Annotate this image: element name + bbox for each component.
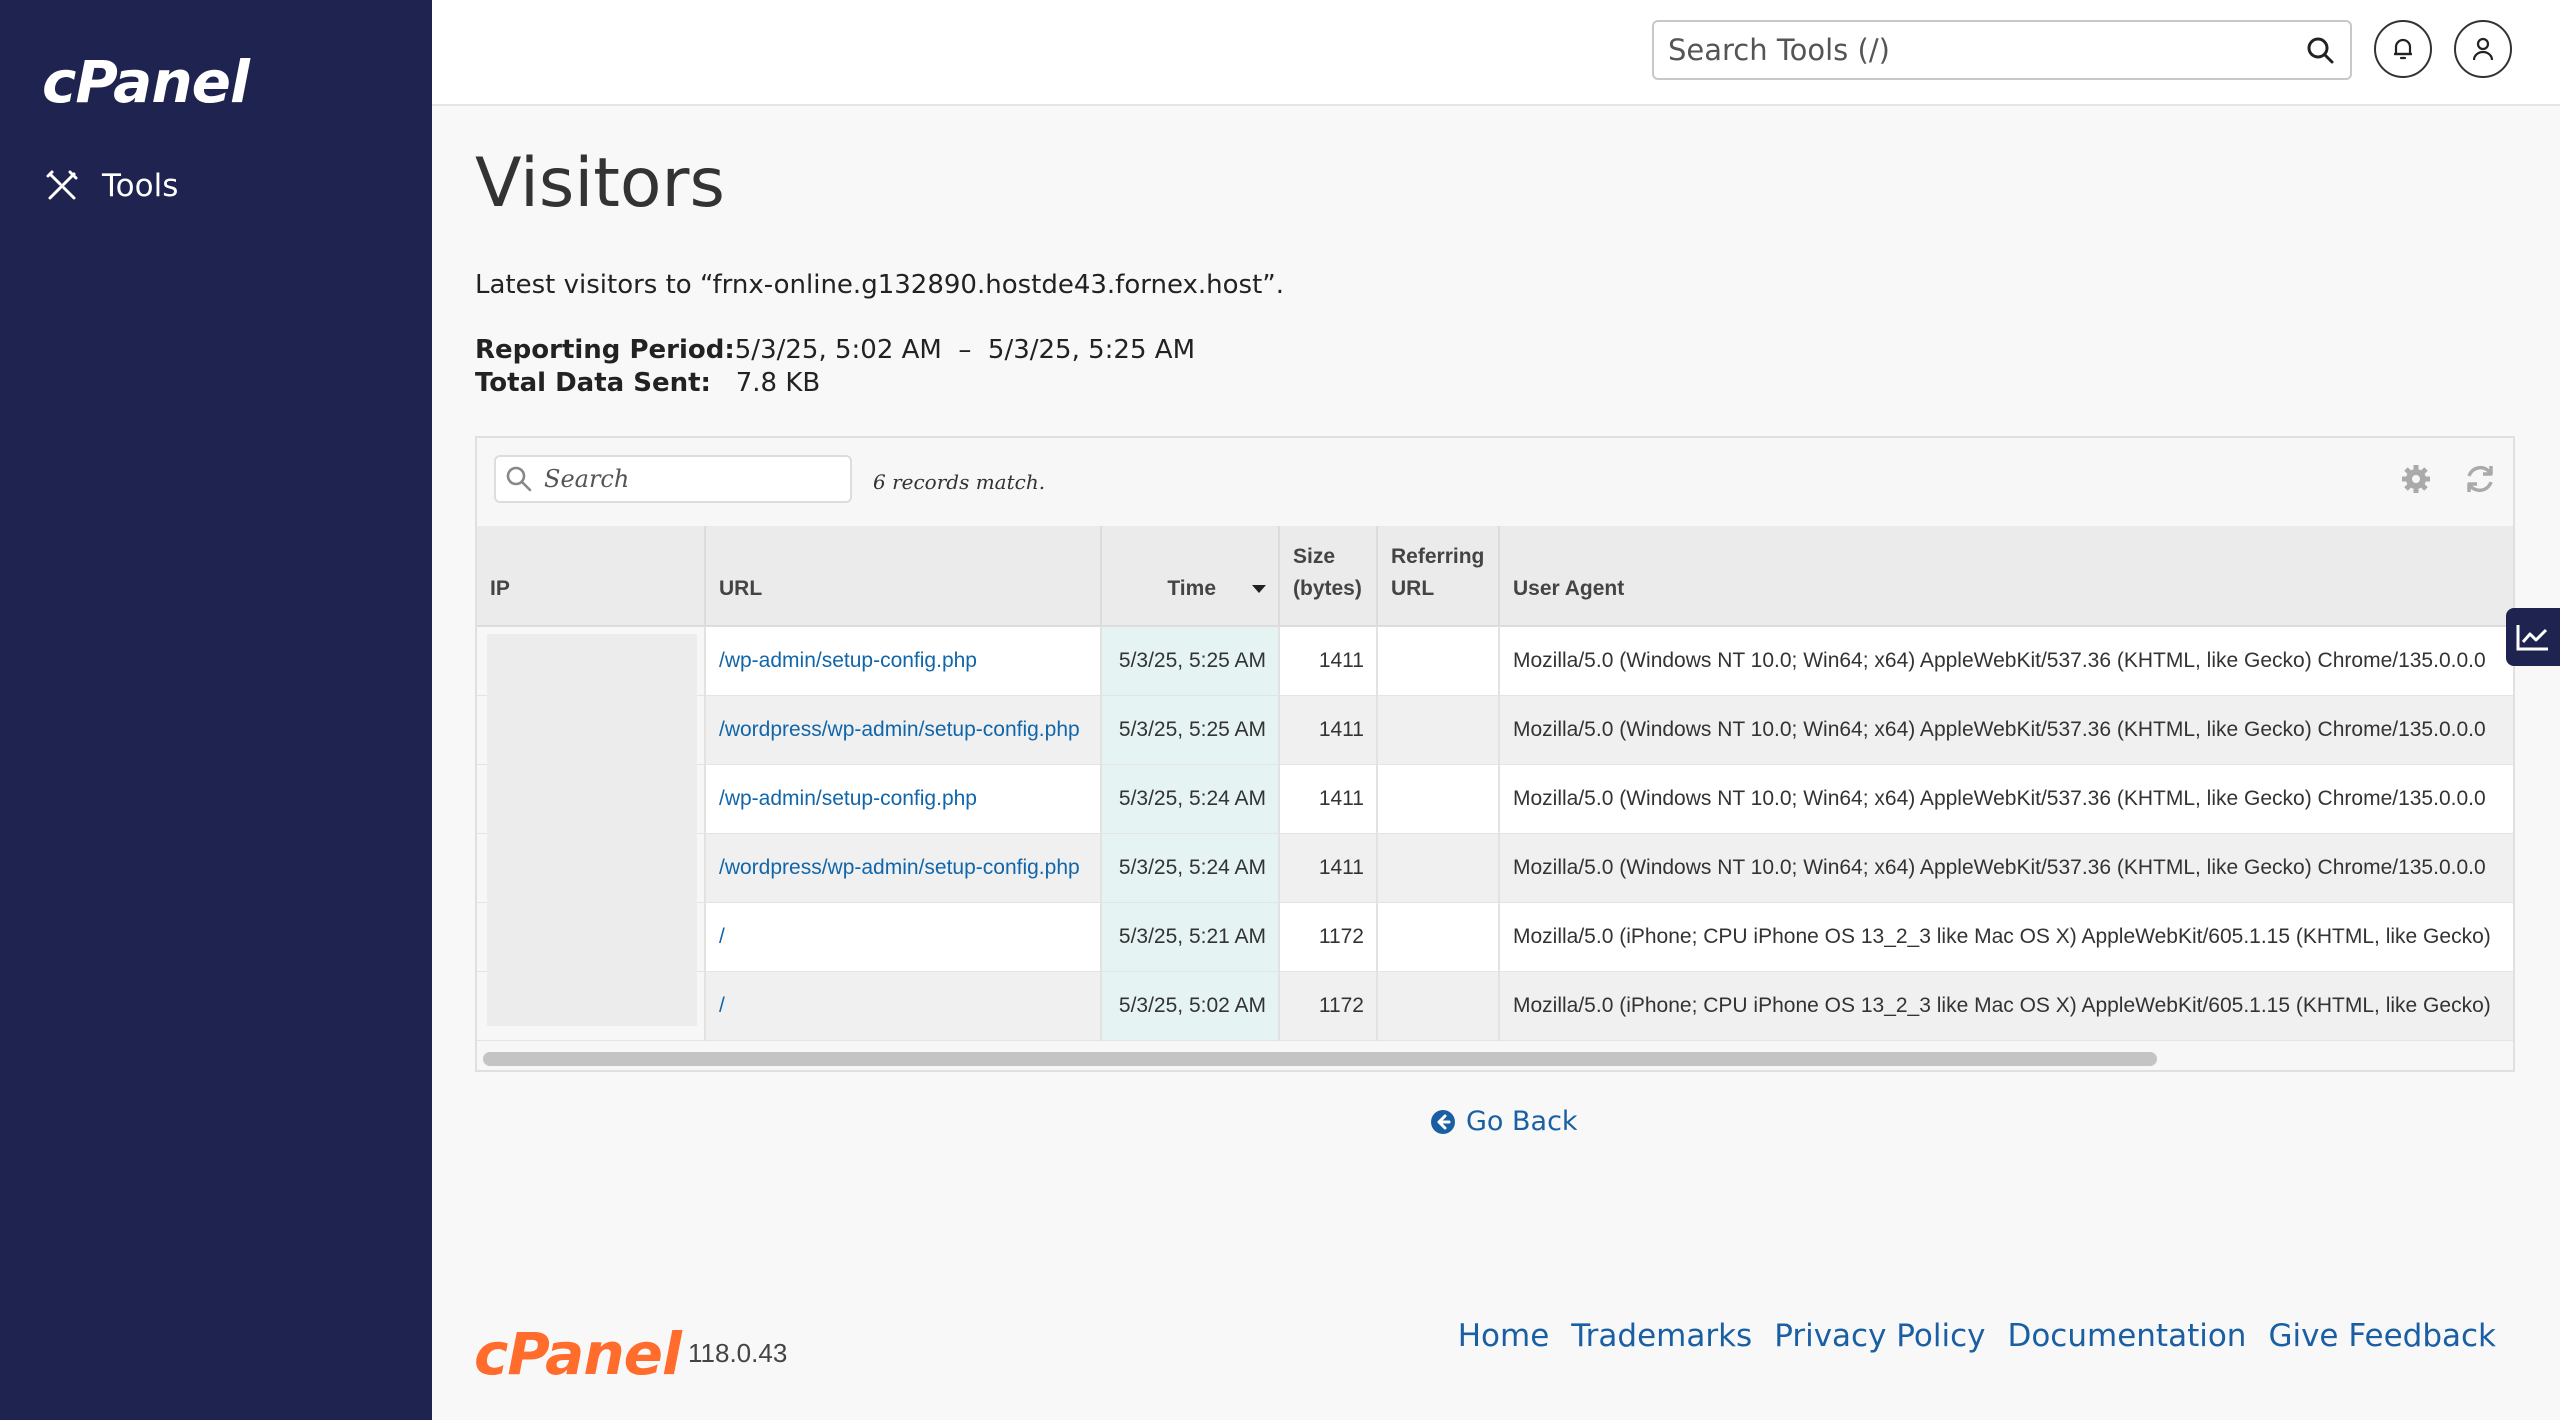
table-search-box [494,455,852,503]
size-cell: 1411 [1279,764,1378,834]
sidebar: cPanel Tools [0,0,432,1420]
url-link[interactable]: /wordpress/wp-admin/setup-config.php [705,695,1102,765]
stats-side-tab[interactable] [2506,608,2560,666]
notifications-button[interactable] [2374,20,2432,78]
search-icon [506,466,532,492]
time-cell: 5/3/25, 5:21 AM [1101,902,1280,972]
refresh-icon[interactable] [2461,460,2499,498]
time-cell: 5/3/25, 5:02 AM [1101,971,1280,1041]
cpanel-logo[interactable]: cPanel [42,48,250,116]
column-header-size-line2: (bytes) [1293,577,1362,600]
records-count: 6 records match. [873,470,1046,494]
footer-links: Home Trademarks Privacy Policy Documenta… [1458,1318,2496,1354]
time-cell: 5/3/25, 5:25 AM [1101,626,1280,696]
search-tools-input[interactable] [1668,33,2304,67]
user-agent-cell: Mozilla/5.0 (iPhone; CPU iPhone OS 13_2_… [1499,971,2513,1041]
size-cell: 1411 [1279,833,1378,903]
sidebar-item-label: Tools [102,168,179,204]
column-header-referring-url[interactable]: Referring URL [1377,526,1500,627]
user-agent-cell: Mozilla/5.0 (Windows NT 10.0; Win64; x64… [1499,764,2513,834]
go-back-label: Go Back [1466,1106,1578,1137]
tools-icon [46,170,78,200]
table-toolbar: 6 records match. [477,438,2513,528]
table-row: /wordpress/wp-admin/setup-config.php 5/3/… [477,833,2513,903]
column-header-ip[interactable]: IP [477,526,706,627]
user-agent-cell: Mozilla/5.0 (Windows NT 10.0; Win64; x64… [1499,833,2513,903]
referring-url-cell [1377,833,1500,903]
sidebar-item-tools[interactable]: Tools [44,168,178,204]
back-arrow-icon [1431,1109,1455,1134]
size-cell: 1172 [1279,902,1378,972]
reporting-period-label: Reporting Period: [475,335,735,365]
visitors-table: IP URL Time Size (bytes) Referring URL Use… [477,526,2513,1041]
url-link[interactable]: / [705,971,1102,1041]
footer-link-home[interactable]: Home [1458,1318,1550,1354]
user-agent-cell: Mozilla/5.0 (Windows NT 10.0; Win64; x64… [1499,626,2513,696]
version-text: 118.0.43 [688,1338,788,1368]
column-header-ref-line2: URL [1391,577,1435,600]
table-row: /wp-admin/setup-config.php 5/3/25, 5:24 A… [477,764,2513,834]
footer-link-trademarks[interactable]: Trademarks [1571,1318,1752,1354]
top-bar [432,0,2560,106]
chart-trend-icon [2516,625,2548,651]
total-data-value: 7.8 KB [735,368,821,398]
referring-url-cell [1377,902,1500,972]
column-header-url[interactable]: URL [705,526,1102,627]
table-header-row: IP URL Time Size (bytes) Referring URL Use… [477,526,2513,627]
time-cell: 5/3/25, 5:24 AM [1101,764,1280,834]
table-row: /5/3/25, 5:02 AM 1172 Mozilla/5.0 (iPhone;… [477,971,2513,1041]
url-link[interactable]: / [705,902,1102,972]
visitors-table-panel: 6 records match. IP URL Time Size (bytes)… [475,436,2515,1072]
url-link[interactable]: /wordpress/wp-admin/setup-config.php [705,833,1102,903]
reporting-period-value: 5/3/25, 5:02 AM – 5/3/25, 5:25 AM [734,335,1195,365]
user-account-button[interactable] [2454,20,2512,78]
user-agent-cell: Mozilla/5.0 (iPhone; CPU iPhone OS 13_2_… [1499,902,2513,972]
total-data-label: Total Data Sent: [475,368,711,398]
table-search-input[interactable] [544,465,834,493]
footer-link-privacy-policy[interactable]: Privacy Policy [1774,1318,1985,1354]
footer-cpanel-logo[interactable]: cPanel [474,1320,682,1388]
intro-text: Latest visitors to “frnx-online.g132890.… [475,270,1285,300]
referring-url-cell [1377,626,1500,696]
footer-link-documentation[interactable]: Documentation [2007,1318,2246,1354]
size-cell: 1172 [1279,971,1378,1041]
user-agent-cell: Mozilla/5.0 (Windows NT 10.0; Win64; x64… [1499,695,2513,765]
table-row: /5/3/25, 5:21 AM 1172 Mozilla/5.0 (iPhone;… [477,902,2513,972]
referring-url-cell [1377,764,1500,834]
referring-url-cell [1377,971,1500,1041]
bell-icon [2394,38,2412,60]
column-header-size-line1: Size [1293,545,1336,568]
url-link[interactable]: /wp-admin/setup-config.php [705,764,1102,834]
go-back-link[interactable]: Go Back [1430,1106,1578,1137]
page-title: Visitors [475,144,725,223]
horizontal-scrollbar[interactable] [483,1052,2157,1066]
gear-icon[interactable] [2397,460,2435,498]
search-icon[interactable] [2304,34,2336,66]
table-row: /wordpress/wp-admin/setup-config.php 5/3/… [477,695,2513,765]
search-tools-box [1652,20,2352,80]
sort-descending-icon [1252,585,1266,594]
table-row: /wp-admin/setup-config.php 5/3/25, 5:25 A… [477,626,2513,696]
footer-link-give-feedback[interactable]: Give Feedback [2268,1318,2496,1354]
report-meta: Reporting Period:5/3/25, 5:02 AM – 5/3/2… [475,334,1195,400]
column-header-time[interactable]: Time [1101,526,1280,627]
column-header-user-agent[interactable]: User Agent [1499,526,2513,627]
user-icon [2472,37,2494,61]
size-cell: 1411 [1279,695,1378,765]
url-link[interactable]: /wp-admin/setup-config.php [705,626,1102,696]
time-cell: 5/3/25, 5:25 AM [1101,695,1280,765]
ip-redacted-block [487,634,697,1026]
referring-url-cell [1377,695,1500,765]
time-cell: 5/3/25, 5:24 AM [1101,833,1280,903]
size-cell: 1411 [1279,626,1378,696]
column-header-ref-line1: Referring [1391,545,1485,568]
column-header-size[interactable]: Size (bytes) [1279,526,1378,627]
column-header-time-label: Time [1167,577,1216,600]
